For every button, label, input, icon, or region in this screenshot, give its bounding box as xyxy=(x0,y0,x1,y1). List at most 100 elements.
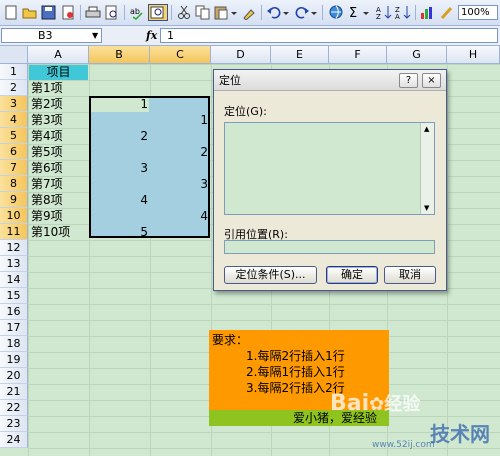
hyperlink-icon[interactable] xyxy=(327,4,345,21)
row-header[interactable]: 20 xyxy=(0,368,28,384)
column-header-b[interactable]: B xyxy=(89,46,150,64)
row-header[interactable]: 6 xyxy=(0,144,28,160)
cell-a[interactable]: 第9项 xyxy=(31,208,63,224)
special-button[interactable]: 定位条件(S)... xyxy=(224,266,317,284)
cell-a[interactable]: 第1项 xyxy=(31,80,63,96)
paste-icon[interactable] xyxy=(213,4,239,21)
goto-list[interactable]: ▲ ▼ xyxy=(224,122,435,215)
permission-icon[interactable] xyxy=(59,4,77,21)
print-preview-icon[interactable] xyxy=(103,4,121,21)
row-header[interactable]: 2 xyxy=(0,80,28,96)
row-header[interactable]: 5 xyxy=(0,128,28,144)
goto-label: 定位(G): xyxy=(224,105,267,118)
cell-b[interactable]: 3 xyxy=(90,160,148,176)
close-button[interactable]: × xyxy=(422,73,441,88)
row-header[interactable]: 7 xyxy=(0,160,28,176)
cell-b[interactable]: 1 xyxy=(90,96,148,112)
watermark-brand-suffix: 经验 xyxy=(384,394,421,415)
cell-c[interactable]: 2 xyxy=(150,144,208,160)
print-icon[interactable] xyxy=(84,4,102,21)
cell-a[interactable]: 第5项 xyxy=(31,144,63,160)
cell-a[interactable]: 第8项 xyxy=(31,192,63,208)
column-header-h[interactable]: H xyxy=(447,46,500,64)
cell-b[interactable]: 4 xyxy=(90,192,148,208)
row-header[interactable]: 3 xyxy=(0,96,28,112)
open-icon[interactable] xyxy=(21,4,39,21)
reference-input[interactable] xyxy=(224,240,435,254)
formula-value: 1 xyxy=(167,29,174,42)
row-header[interactable]: 19 xyxy=(0,352,28,368)
row-header[interactable]: 17 xyxy=(0,320,28,336)
note-title: 要求： xyxy=(212,333,249,347)
sort-descending-icon[interactable]: ZA xyxy=(394,4,412,21)
autosum-icon[interactable]: Σ xyxy=(347,4,373,21)
dialog-title: 定位 xyxy=(219,74,241,87)
redo-icon[interactable] xyxy=(293,4,319,21)
drawing-icon[interactable] xyxy=(438,4,456,21)
column-header-f[interactable]: F xyxy=(329,46,387,64)
note-line: 2.每隔1行插入1行 xyxy=(246,365,345,379)
cancel-button[interactable]: 取消 xyxy=(384,266,436,284)
ok-button[interactable]: 确定 xyxy=(326,266,378,284)
column-header-d[interactable]: D xyxy=(211,46,271,64)
row-header[interactable]: 4 xyxy=(0,112,28,128)
insert-function-icon[interactable]: fx xyxy=(146,29,157,42)
spelling-icon[interactable]: ab xyxy=(128,4,146,21)
row-header[interactable]: 1 xyxy=(0,64,28,80)
row-header[interactable]: 22 xyxy=(0,400,28,416)
row-header[interactable]: 9 xyxy=(0,192,28,208)
cell-c[interactable]: 4 xyxy=(150,208,208,224)
format-painter-icon[interactable] xyxy=(240,4,258,21)
scroll-up-icon[interactable]: ▲ xyxy=(424,125,429,133)
select-all-corner[interactable] xyxy=(0,46,28,64)
chart-icon[interactable] xyxy=(419,4,437,21)
baidu-watermark: Bai✿经验 xyxy=(330,390,420,416)
name-box-dropdown-icon[interactable]: ▼ xyxy=(92,31,98,40)
undo-icon[interactable] xyxy=(265,4,291,21)
row-header[interactable]: 21 xyxy=(0,384,28,400)
cell-a[interactable]: 第10项 xyxy=(31,224,70,240)
cell-b[interactable]: 2 xyxy=(90,128,148,144)
row-header[interactable]: 12 xyxy=(0,240,28,256)
row-header[interactable]: 13 xyxy=(0,256,28,272)
row-header[interactable]: 10 xyxy=(0,208,28,224)
column-header-g[interactable]: G xyxy=(387,46,447,64)
cell-a[interactable]: 第6项 xyxy=(31,160,63,176)
new-icon[interactable] xyxy=(2,4,20,21)
cell-a[interactable]: 第3项 xyxy=(31,112,63,128)
name-box-value: B3 xyxy=(38,29,53,42)
row-header[interactable]: 15 xyxy=(0,288,28,304)
row-header[interactable]: 14 xyxy=(0,272,28,288)
cell-b[interactable]: 5 xyxy=(90,224,148,240)
cell-a1-header[interactable]: 项目 xyxy=(29,65,88,80)
goto-dialog: 定位 ? × 定位(G): ▲ ▼ 引用位置(R): 定位条件(S)... 确定… xyxy=(213,69,447,291)
cell-c[interactable]: 3 xyxy=(150,176,208,192)
cell-a[interactable]: 第7项 xyxy=(31,176,63,192)
sort-ascending-icon[interactable]: AZ xyxy=(375,4,393,21)
save-icon[interactable] xyxy=(40,4,58,21)
paw-icon: ✿ xyxy=(369,394,385,415)
column-header-a[interactable]: A xyxy=(28,46,89,64)
row-header[interactable]: 18 xyxy=(0,336,28,352)
watermark-brand: Bai xyxy=(330,391,370,416)
row-header[interactable]: 24 xyxy=(0,432,28,448)
cell-c[interactable]: 1 xyxy=(150,112,208,128)
goto-list-scrollbar[interactable]: ▲ ▼ xyxy=(420,123,434,214)
name-box[interactable]: B3 xyxy=(1,28,102,43)
column-header-e[interactable]: E xyxy=(271,46,329,64)
svg-text:ab: ab xyxy=(130,7,140,16)
cell-a[interactable]: 第4项 xyxy=(31,128,63,144)
formula-input[interactable]: 1 xyxy=(160,28,498,43)
row-header[interactable]: 16 xyxy=(0,304,28,320)
column-header-c[interactable]: C xyxy=(150,46,211,64)
copy-icon[interactable] xyxy=(194,4,212,21)
cell-a[interactable]: 第2项 xyxy=(31,96,63,112)
help-button[interactable]: ? xyxy=(399,73,418,88)
row-header[interactable]: 11 xyxy=(0,224,28,240)
zoom-field[interactable]: 100% xyxy=(458,5,498,20)
row-header[interactable]: 8 xyxy=(0,176,28,192)
research-icon[interactable] xyxy=(148,4,168,21)
scroll-down-icon[interactable]: ▼ xyxy=(424,204,429,212)
cut-icon[interactable] xyxy=(175,4,193,21)
row-header[interactable]: 23 xyxy=(0,416,28,432)
